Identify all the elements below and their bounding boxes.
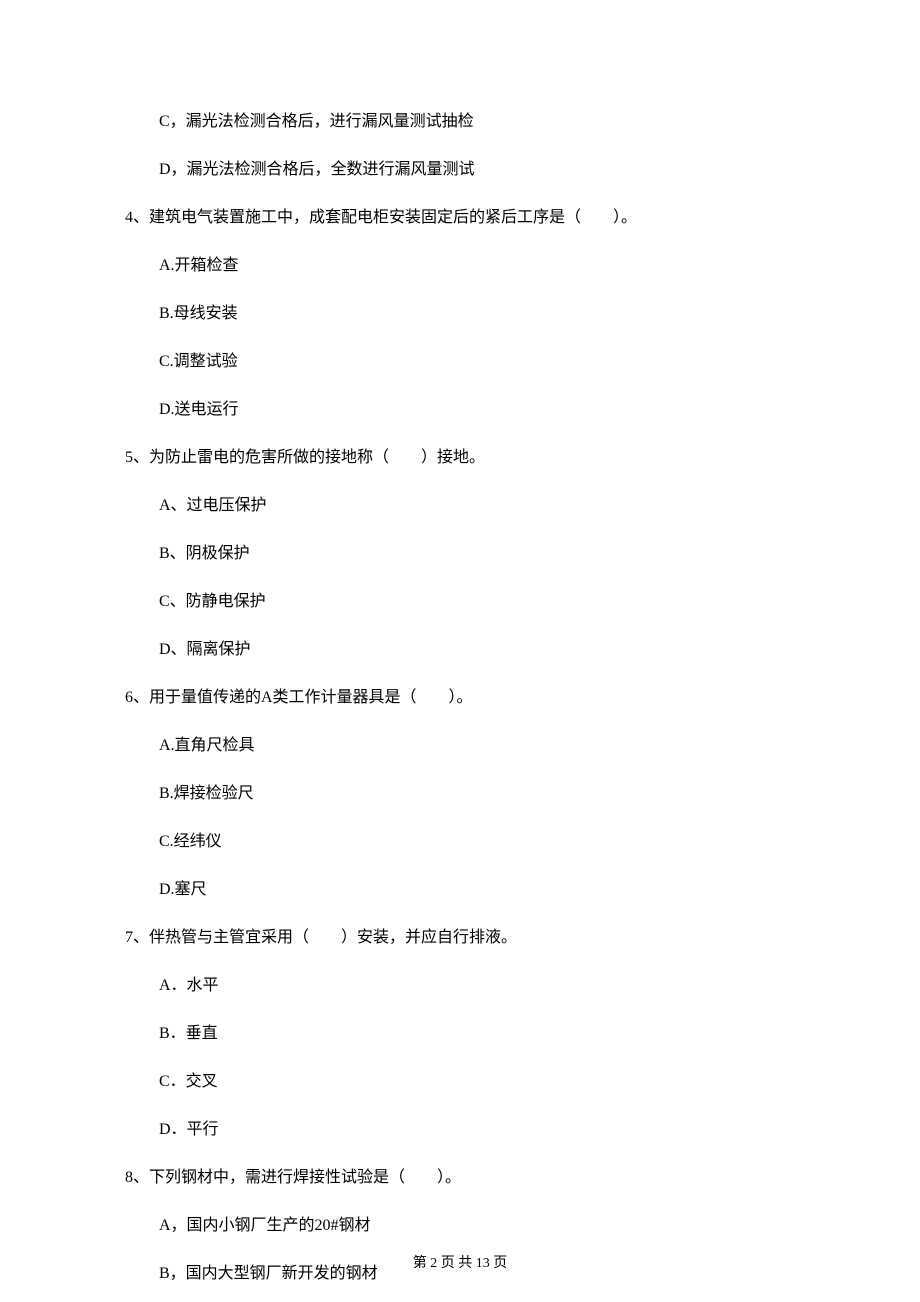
q5-option-a: A、过电压保护 — [125, 494, 800, 518]
q4-option-d: D.送电运行 — [125, 398, 800, 422]
q6-option-d: D.塞尺 — [125, 878, 800, 902]
q8-stem: 8、下列钢材中，需进行焊接性试验是（ ）。 — [125, 1166, 800, 1190]
q7-option-a: A．水平 — [125, 974, 800, 998]
q4-stem: 4、建筑电气装置施工中，成套配电柜安装固定后的紧后工序是（ ）。 — [125, 206, 800, 230]
q5-stem: 5、为防止雷电的危害所做的接地称（ ）接地。 — [125, 446, 800, 470]
q4-option-c: C.调整试验 — [125, 350, 800, 374]
q4-option-a: A.开箱检查 — [125, 254, 800, 278]
q5-option-b: B、阴极保护 — [125, 542, 800, 566]
q7-option-c: C．交叉 — [125, 1070, 800, 1094]
q3-option-c: C，漏光法检测合格后，进行漏风量测试抽检 — [125, 110, 800, 134]
q6-option-a: A.直角尺检具 — [125, 734, 800, 758]
q7-option-d: D．平行 — [125, 1118, 800, 1142]
q7-option-b: B．垂直 — [125, 1022, 800, 1046]
q7-stem: 7、伴热管与主管宜采用（ ）安装，并应自行排液。 — [125, 926, 800, 950]
q5-option-c: C、防静电保护 — [125, 590, 800, 614]
q8-option-a: A，国内小钢厂生产的20#钢材 — [125, 1214, 800, 1238]
q6-stem: 6、用于量值传递的A类工作计量器具是（ ）。 — [125, 686, 800, 710]
q6-option-c: C.经纬仪 — [125, 830, 800, 854]
q4-option-b: B.母线安装 — [125, 302, 800, 326]
q3-option-d: D，漏光法检测合格后，全数进行漏风量测试 — [125, 158, 800, 182]
page-footer: 第 2 页 共 13 页 — [0, 1253, 920, 1274]
q6-option-b: B.焊接检验尺 — [125, 782, 800, 806]
q5-option-d: D、隔离保护 — [125, 638, 800, 662]
document-body: C，漏光法检测合格后，进行漏风量测试抽检 D，漏光法检测合格后，全数进行漏风量测… — [0, 0, 920, 1286]
